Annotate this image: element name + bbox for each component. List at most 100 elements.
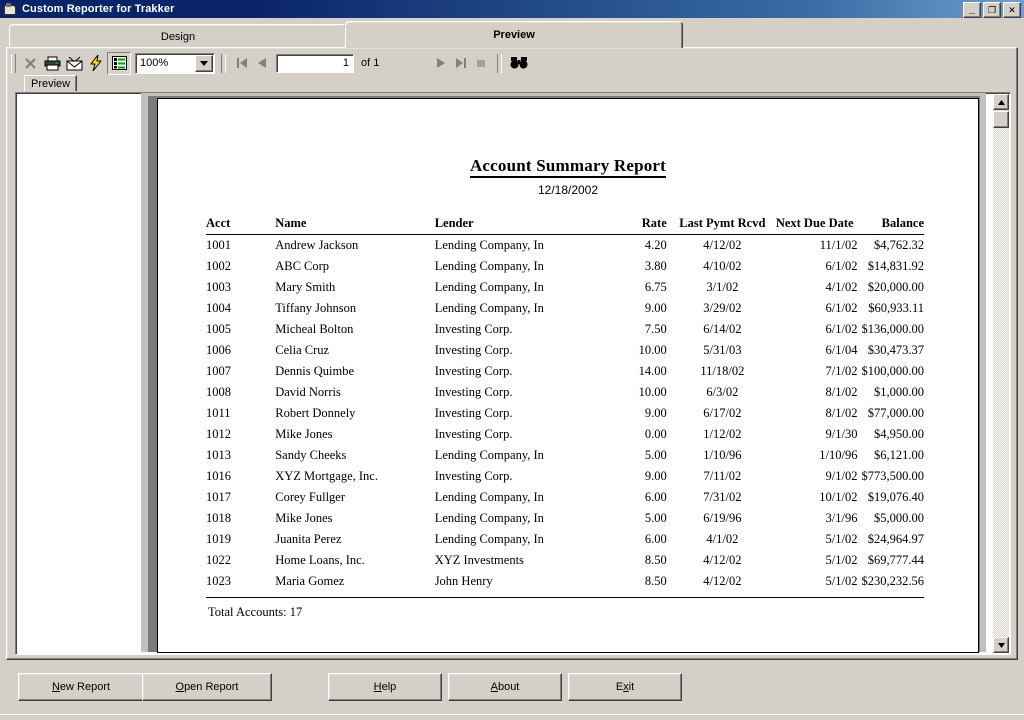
table-row: 1008 David Norris Investing Corp. 10.00 6/3/… — [206, 382, 924, 403]
next-page-button[interactable] — [431, 53, 451, 74]
cell-acct: 1022 — [206, 553, 231, 567]
preview-subtab-row: Preview — [10, 75, 1010, 91]
cell-name: Home Loans, Inc. — [275, 553, 365, 567]
tab-design[interactable]: Design — [9, 24, 347, 48]
table-row: 1016 XYZ Mortgage, Inc. Investing Corp. 9.… — [206, 466, 924, 487]
cell-last-pymt: 11/18/02 — [700, 364, 745, 378]
cell-last-pymt: 1/12/02 — [703, 427, 742, 441]
window-controls: _ ❐ ✕ — [963, 2, 1021, 18]
cell-name: Tiffany Johnson — [275, 301, 357, 315]
envelope-icon[interactable] — [63, 53, 85, 74]
restore-icon: ❐ — [987, 4, 997, 15]
toolbar-grip[interactable] — [11, 53, 16, 73]
cell-lender: Investing Corp. — [434, 406, 513, 420]
cell-lender: Lending Company, In — [434, 448, 544, 462]
cell-next-due: 6/1/04 — [825, 343, 858, 357]
table-row: 1006 Celia Cruz Investing Corp. 10.00 5/31/0… — [206, 340, 924, 361]
cell-rate: 8.50 — [644, 574, 667, 588]
cell-acct: 1012 — [206, 427, 231, 441]
main-tabstrip: Design Preview — [0, 18, 1024, 48]
minimize-button[interactable]: _ — [963, 2, 981, 18]
cell-last-pymt: 6/3/02 — [706, 385, 739, 399]
scrollbar-thumb[interactable] — [993, 111, 1009, 128]
cell-last-pymt: 4/12/02 — [703, 238, 742, 252]
cell-balance: $136,000.00 — [861, 322, 925, 336]
cell-balance: $19,076.40 — [867, 490, 924, 504]
cell-name: Celia Cruz — [275, 343, 330, 357]
last-page-button[interactable] — [451, 53, 471, 74]
cell-balance: $4,762.32 — [874, 238, 924, 252]
cell-lender: Investing Corp. — [434, 385, 513, 399]
close-button[interactable]: ✕ — [1003, 2, 1021, 18]
tab-preview[interactable]: Preview — [345, 21, 683, 48]
zoom-value: 100% — [140, 57, 169, 69]
preview-client-panel: 100% 1 of 1 Preview Account Summary Repo… — [6, 47, 1018, 660]
cell-rate: 5.00 — [644, 448, 667, 462]
cell-next-due: 1/10/96 — [819, 448, 858, 462]
table-row: 1002 ABC Corp Lending Company, In 3.80 4/10… — [206, 256, 924, 277]
cell-acct: 1004 — [206, 301, 231, 315]
about-button[interactable]: About — [448, 673, 562, 701]
restore-button[interactable]: ❐ — [983, 2, 1001, 18]
cell-rate: 14.00 — [638, 364, 667, 378]
cell-balance: $4,950.00 — [874, 427, 924, 441]
outline-view-icon[interactable] — [107, 51, 131, 75]
column-header-rate: Rate — [582, 216, 673, 235]
subtab-preview-label: Preview — [31, 77, 71, 90]
new-report-button[interactable]: New Report — [18, 673, 144, 701]
cell-acct: 1013 — [206, 448, 231, 462]
total-separator-rule — [206, 597, 924, 598]
cell-lender: Lending Company, In — [434, 532, 544, 546]
preview-toolbar: 100% 1 of 1 — [10, 51, 930, 75]
cell-next-due: 6/1/02 — [825, 259, 858, 273]
subtab-preview[interactable]: Preview — [24, 75, 78, 91]
toolbar-separator-1 — [221, 53, 226, 73]
cell-next-due: 9/1/30 — [825, 427, 858, 441]
open-report-button[interactable]: Open Report — [142, 673, 272, 701]
cell-last-pymt: 3/1/02 — [706, 280, 739, 294]
exit-button[interactable]: Exit — [568, 673, 682, 701]
cell-balance: $230,232.56 — [861, 574, 925, 588]
accounts-table-body: 1001 Andrew Jackson Lending Company, In 4.2… — [206, 235, 924, 593]
binoculars-icon[interactable] — [508, 53, 530, 74]
cell-balance: $100,000.00 — [861, 364, 925, 378]
first-page-button[interactable] — [232, 53, 252, 74]
table-row: 1012 Mike Jones Investing Corp. 0.00 1/12/02… — [206, 424, 924, 445]
toolbar-separator-2 — [497, 53, 503, 73]
page-number-input[interactable]: 1 — [276, 53, 354, 73]
cell-name: Maria Gomez — [275, 574, 345, 588]
lightning-bolt-icon[interactable] — [85, 53, 107, 74]
chevron-down-icon[interactable] — [195, 54, 213, 72]
cell-rate: 6.00 — [644, 532, 667, 546]
cell-last-pymt: 5/31/03 — [703, 343, 742, 357]
cell-acct: 1006 — [206, 343, 231, 357]
cell-balance: $24,964.97 — [867, 532, 924, 546]
cell-next-due: 7/1/02 — [825, 364, 858, 378]
cell-last-pymt: 7/11/02 — [703, 469, 742, 483]
cell-lender: XYZ Investments — [434, 553, 524, 567]
window-titlebar[interactable]: Custom Reporter for Trakker _ ❐ ✕ — [0, 0, 1024, 18]
zoom-combobox[interactable]: 100% — [135, 52, 215, 74]
scroll-down-button[interactable] — [993, 637, 1009, 653]
cell-next-due: 10/1/02 — [819, 490, 858, 504]
cell-acct: 1023 — [206, 574, 231, 588]
cell-balance: $773,500.00 — [861, 469, 925, 483]
printer-icon[interactable] — [41, 53, 63, 74]
previous-page-button[interactable] — [252, 53, 272, 74]
help-button[interactable]: Help — [328, 673, 442, 701]
cell-acct: 1003 — [206, 280, 231, 294]
cell-rate: 9.00 — [644, 469, 667, 483]
preview-vertical-scrollbar[interactable] — [993, 94, 1009, 653]
column-header-last-pymt: Last Pymt Rcvd — [672, 216, 772, 235]
column-header-lender: Lender — [434, 216, 583, 235]
table-row: 1001 Andrew Jackson Lending Company, In 4.2… — [206, 235, 924, 257]
scroll-up-button[interactable] — [993, 94, 1009, 110]
stop-button[interactable] — [471, 53, 491, 74]
cell-name: Mike Jones — [275, 511, 333, 525]
cell-last-pymt: 4/12/02 — [703, 553, 742, 567]
cell-last-pymt: 6/14/02 — [703, 322, 742, 336]
cell-lender: Investing Corp. — [434, 427, 513, 441]
cancel-icon[interactable] — [19, 53, 41, 74]
cell-next-due: 5/1/02 — [825, 553, 858, 567]
cell-lender: Investing Corp. — [434, 364, 513, 378]
